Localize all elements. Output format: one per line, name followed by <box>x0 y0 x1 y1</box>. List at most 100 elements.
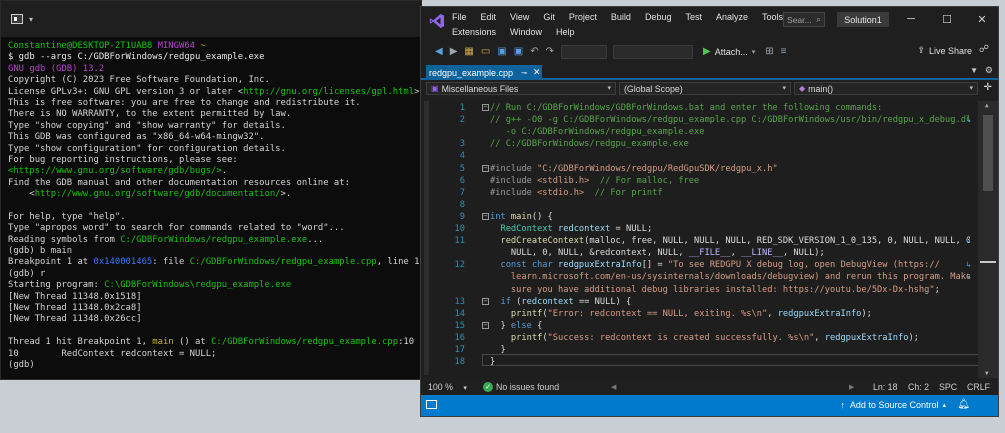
code-editor[interactable]: 1−// Run C:/GDBForWindows/GDBForWindows.… <box>421 101 998 378</box>
code-line[interactable]: 2 // g++ -O0 -g C:/GDBForWindows/redgpu_e… <box>421 115 973 127</box>
menu-test[interactable]: Test <box>685 12 702 22</box>
indent-mode[interactable]: SPC <box>939 382 957 392</box>
code-line[interactable]: 7 #include <stdio.h> // For printf <box>421 188 973 200</box>
chevron-down-icon[interactable]: ▼ <box>970 66 978 75</box>
search-input[interactable]: Sear... <box>787 15 812 25</box>
code-line[interactable]: 18} <box>421 357 973 369</box>
code-line[interactable]: -o C:/GDBForWindows/redgpu_example.exe <box>421 127 973 139</box>
menu-debug[interactable]: Debug <box>645 12 672 22</box>
feedback-icon[interactable]: ☍ <box>979 44 989 55</box>
menu-file[interactable]: File <box>452 12 467 22</box>
code-line[interactable]: 6 #include <stdlib.h> // For malloc, free <box>421 176 973 188</box>
code-line[interactable]: 15 − } else { <box>421 321 973 333</box>
code-line[interactable]: 16 printf("Success: redcontext is create… <box>421 333 973 345</box>
code-token: -o C:/GDBForWindows/redgpu_example.exe <box>490 127 705 138</box>
code-line[interactable]: sure you have additional debug libraries… <box>421 285 973 297</box>
scroll-up-icon[interactable]: ▲ <box>985 102 989 109</box>
save-all-icon[interactable]: ▣ <box>514 46 523 57</box>
gear-icon[interactable]: ⚙ <box>985 65 993 76</box>
open-file-icon[interactable]: ▭ <box>481 46 490 57</box>
member-dropdown[interactable]: ◆ main() ▾ <box>794 82 978 95</box>
code-line[interactable]: 1 −// Run C:/GDBForWindows/GDBForWindows.… <box>421 103 973 115</box>
zoom-dropdown[interactable]: 100 % ▾ <box>428 382 467 392</box>
project-dropdown[interactable]: ▣ Miscellaneous Files ▾ <box>426 82 616 95</box>
add-to-source-control-button[interactable]: ↑ Add to Source Control ▴ <box>840 400 946 410</box>
menu-help[interactable]: Help <box>556 27 575 37</box>
line-ending[interactable]: CRLF <box>967 382 990 392</box>
collapse-icon[interactable]: − <box>482 104 489 111</box>
code-token: == NULL) { <box>573 296 632 307</box>
solution-platform-dropdown[interactable] <box>613 44 693 59</box>
minimize-button[interactable]: ─ <box>899 10 923 28</box>
terminal-text: http://gnu.org/licenses/gpl.html <box>243 86 415 97</box>
scrollbar-thumb[interactable] <box>983 115 993 191</box>
notification-bell-icon[interactable]: 🔔︎ <box>957 399 970 410</box>
scroll-left-icon[interactable]: ◀ <box>611 383 616 391</box>
split-icon[interactable]: ✛ <box>984 82 992 93</box>
menu-build[interactable]: Build <box>611 12 631 22</box>
save-icon[interactable]: ▣ <box>497 46 506 57</box>
code-line[interactable]: 3 // C:/GDBForWindows/redgpu_example.exe <box>421 139 973 151</box>
word-wrap-icon: ↳ <box>966 236 971 246</box>
code-line[interactable]: 11 redCreateContext(malloc, free, NULL, … <box>421 236 973 248</box>
line-number[interactable]: Ln: 18 <box>873 382 897 392</box>
code-line[interactable]: 12 const char redgpuxExtraInfo[] = "To s… <box>421 260 973 272</box>
menu-git[interactable]: Git <box>543 12 555 22</box>
code-line[interactable]: 5 − #include "C:/GDBForWindows/redgpu/RedG… <box>421 164 973 176</box>
menu-tools[interactable]: Tools <box>762 12 783 22</box>
column-number[interactable]: Ch: 2 <box>908 382 929 392</box>
terminal-text: MINGW64 <box>157 41 201 51</box>
code-line[interactable]: 17 } <box>421 345 973 357</box>
terminal-app-icon[interactable] <box>11 14 23 24</box>
menu-edit[interactable]: Edit <box>481 12 497 22</box>
maximize-button[interactable]: ☐ <box>935 10 959 28</box>
code-line[interactable]: 9 − int main() { <box>421 212 973 224</box>
menu-analyze[interactable]: Analyze <box>716 12 748 22</box>
search-box[interactable]: Sear... ⌕ <box>783 12 825 27</box>
redo-icon[interactable]: ↷ <box>546 46 554 57</box>
new-project-icon[interactable]: ▦ <box>464 46 473 57</box>
code-line[interactable]: NULL, 0, NULL, &redcontext, NULL, __FILE… <box>421 248 973 260</box>
terminal-window[interactable]: ▾ Constantine@DESKTOP-2T1UAB8 MINGW64 ~ $… <box>0 0 422 380</box>
hot-reload-icon[interactable]: ⊞ <box>765 46 773 57</box>
close-button[interactable]: ✕ <box>970 10 994 28</box>
tab-redgpu-example-cpp[interactable]: redgpu_example.cpp ⊸ ✕ <box>426 65 542 80</box>
menu-window[interactable]: Window <box>510 27 542 37</box>
code-line[interactable]: 4 <box>421 151 973 163</box>
close-icon[interactable]: ✕ <box>533 67 541 78</box>
collapse-icon[interactable]: − <box>482 321 489 329</box>
output-window-icon[interactable] <box>426 400 437 409</box>
vs-titlebar[interactable]: File Edit View Git Project Build Debug Test Anal… <box>421 7 998 38</box>
menu-extensions[interactable]: Extensions <box>452 27 496 37</box>
terminal-output[interactable]: Constantine@DESKTOP-2T1UAB8 MINGW64 ~ $ g… <box>1 37 421 371</box>
pin-icon[interactable]: ⊸ <box>521 69 527 77</box>
scroll-right-icon[interactable]: ▶ <box>849 383 854 391</box>
code-line[interactable]: 13 − if (redcontext == NULL) { <box>421 297 973 309</box>
step-icon[interactable]: ≡ <box>781 46 787 57</box>
terminal-text: Thread 1 hit Breakpoint 1, <box>8 337 153 348</box>
code-line[interactable]: 8 <box>421 200 973 212</box>
issues-indicator[interactable]: ✓ No issues found <box>483 382 559 392</box>
back-icon[interactable]: ◀ <box>435 46 443 57</box>
code-token: } <box>490 320 511 331</box>
menu-project[interactable]: Project <box>569 12 597 22</box>
collapse-icon[interactable]: − <box>482 212 489 220</box>
collapse-icon[interactable]: − <box>482 297 489 305</box>
chevron-down-icon[interactable]: ▾ <box>29 15 33 24</box>
menu-view[interactable]: View <box>510 12 529 22</box>
code-line[interactable]: learn.microsoft.com/en-us/sysinternals/d… <box>421 272 973 284</box>
solution-name-badge[interactable]: Solution1 <box>837 12 889 27</box>
vertical-scrollbar[interactable]: ▲ ▼ <box>978 101 998 378</box>
scope-dropdown[interactable]: (Global Scope) ▾ <box>619 82 791 95</box>
attach-button[interactable]: ▶ Attach... ▾ <box>703 46 755 57</box>
code-token: const char <box>500 260 559 271</box>
code-line[interactable]: 10 RedContext redcontext = NULL; <box>421 224 973 236</box>
undo-icon[interactable]: ↶ <box>530 46 538 57</box>
code-line[interactable]: 14 printf("Error: redcontext == NULL, ex… <box>421 309 973 321</box>
forward-icon[interactable]: ▶ <box>450 46 458 57</box>
live-share-button[interactable]: ⇪ Live Share <box>917 45 972 56</box>
solution-configuration-dropdown[interactable] <box>561 44 607 59</box>
scroll-down-icon[interactable]: ▼ <box>985 370 989 377</box>
collapse-icon[interactable]: − <box>482 164 489 172</box>
terminal-titlebar[interactable]: ▾ <box>1 1 421 37</box>
